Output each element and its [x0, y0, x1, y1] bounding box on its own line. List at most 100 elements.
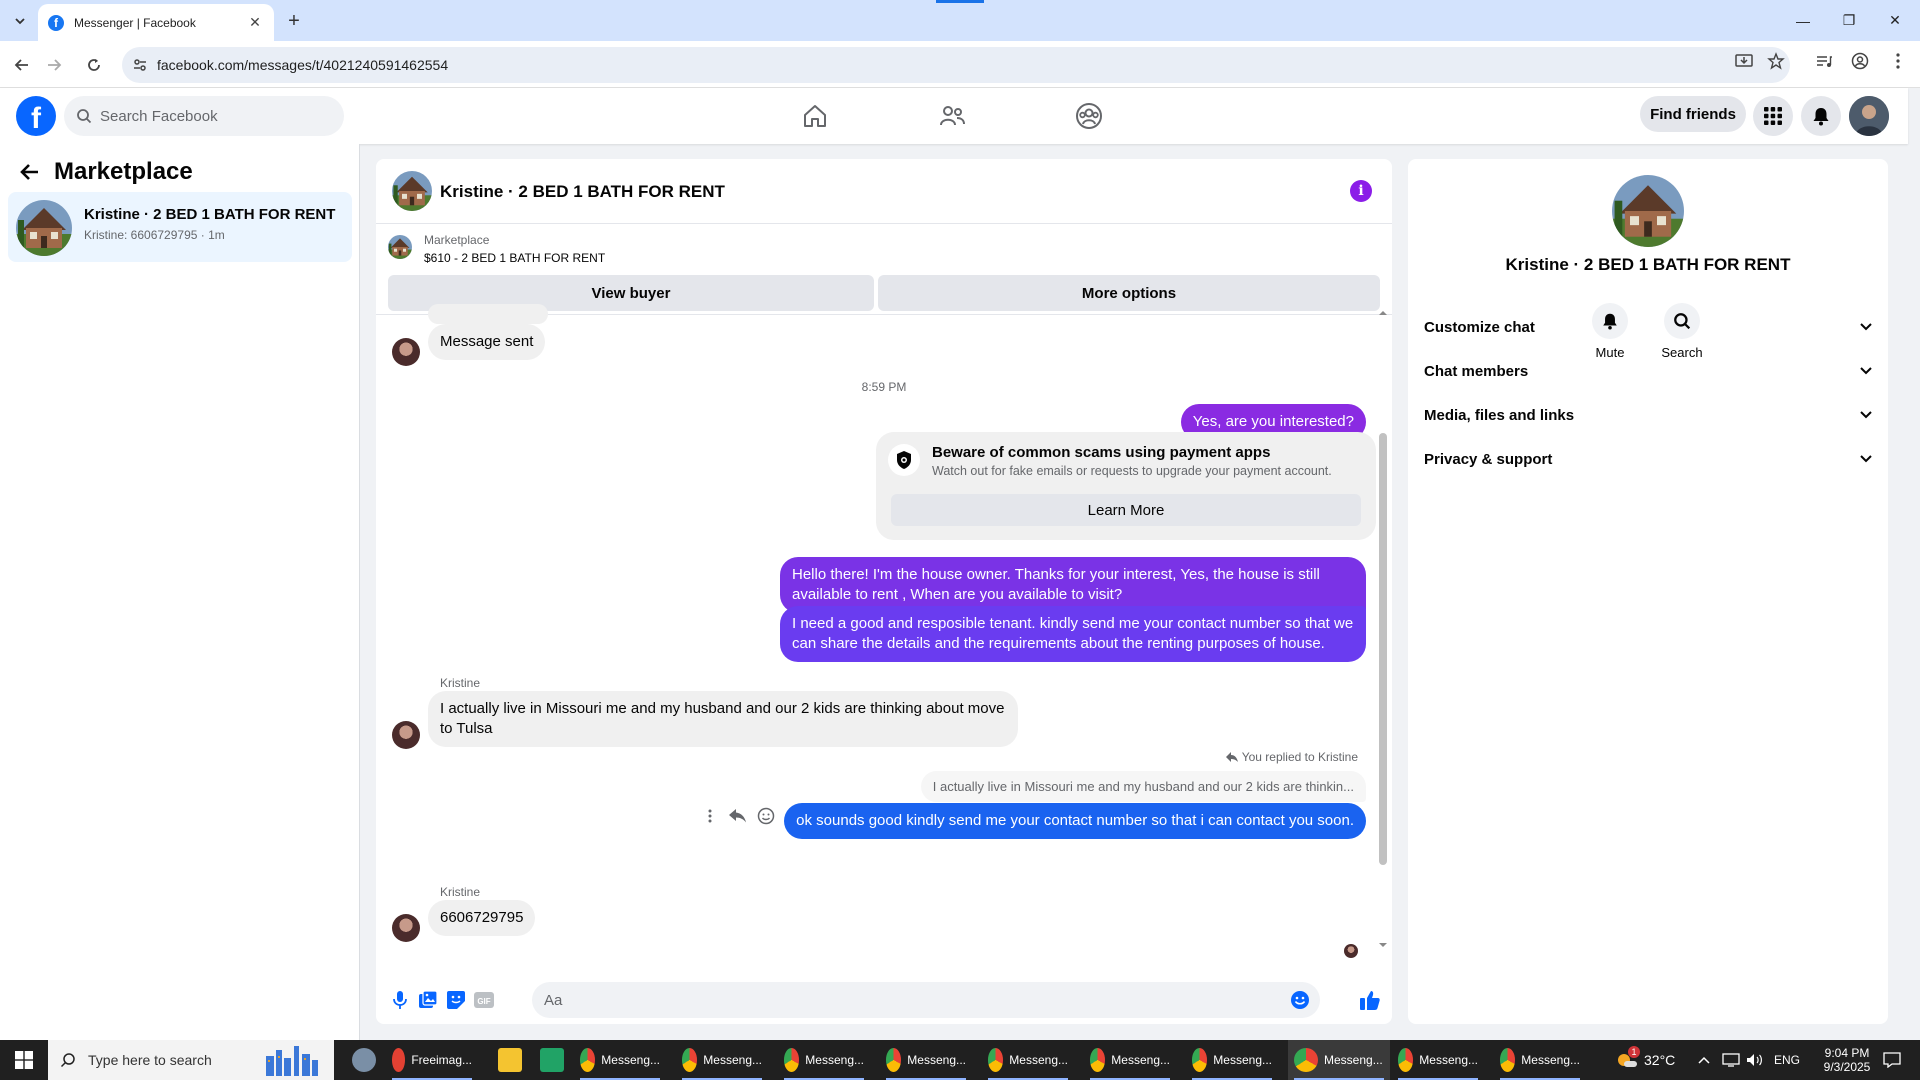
sender-avatar[interactable] — [392, 338, 420, 366]
search-placeholder: Search Facebook — [100, 107, 218, 125]
emoji-icon[interactable] — [1288, 988, 1312, 1012]
gif-icon[interactable]: GIF — [472, 988, 496, 1012]
new-tab-button[interactable]: + — [282, 9, 306, 33]
thumbs-up-icon[interactable] — [1358, 988, 1382, 1012]
home-icon[interactable] — [797, 98, 833, 134]
privacy-support-row[interactable]: Privacy & support — [1424, 441, 1872, 477]
tab-search-chevron-icon[interactable] — [8, 9, 32, 33]
more-options-button[interactable]: More options — [878, 275, 1380, 311]
sheet-icon — [540, 1048, 564, 1072]
friends-icon[interactable] — [934, 98, 970, 134]
message-input[interactable]: Aa — [532, 982, 1320, 1018]
windows-taskbar: Type here to search Freeimag... Messeng.… — [0, 1040, 1920, 1080]
chevron-down-icon — [1860, 367, 1872, 375]
find-friends-button[interactable]: Find friends — [1640, 96, 1746, 132]
chat-title[interactable]: Kristine · 2 BED 1 BATH FOR RENT — [440, 182, 725, 202]
profile-icon[interactable] — [1848, 49, 1872, 73]
account-avatar[interactable] — [1849, 96, 1889, 136]
restore-button[interactable]: ❐ — [1826, 0, 1872, 41]
reload-icon[interactable] — [80, 51, 108, 79]
customize-chat-row[interactable]: Customize chat — [1424, 309, 1872, 345]
taskbar-app-messenger[interactable]: Messeng... — [1084, 1040, 1176, 1080]
spreadsheet-app-icon[interactable] — [534, 1040, 576, 1080]
site-settings-icon[interactable] — [132, 57, 148, 73]
taskbar-app-messenger[interactable]: Messeng... — [1392, 1040, 1484, 1080]
message-bubble-incoming[interactable]: I actually live in Missouri me and my hu… — [428, 691, 1018, 747]
browser-tabstrip: f Messenger | Facebook ✕ + — ❐ ✕ — [0, 0, 1920, 41]
back-arrow-icon[interactable] — [8, 51, 36, 79]
taskbar-app-messenger[interactable]: Messeng... — [1186, 1040, 1278, 1080]
message-composer: GIF Aa — [376, 976, 1392, 1024]
chat-avatar[interactable] — [392, 171, 432, 211]
conversation-item[interactable]: Kristine · 2 BED 1 BATH FOR RENT Kristin… — [8, 192, 352, 262]
microphone-icon[interactable] — [388, 988, 412, 1012]
tray-chevron-up-icon[interactable] — [1698, 1040, 1710, 1080]
taskbar-app-messenger[interactable]: Messeng... — [676, 1040, 768, 1080]
notification-center-icon[interactable] — [1872, 1040, 1912, 1080]
back-arrow-icon[interactable] — [20, 163, 40, 181]
message-bubble-outgoing[interactable]: I need a good and resposible tenant. kin… — [780, 606, 1366, 662]
info-icon[interactable]: i — [1350, 180, 1372, 202]
listing-thumbnail — [388, 235, 412, 259]
facebook-logo-icon[interactable]: f — [16, 96, 56, 136]
input-language[interactable]: ENG — [1774, 1040, 1800, 1080]
photo-attach-icon[interactable] — [416, 988, 440, 1012]
sender-avatar[interactable] — [392, 721, 420, 749]
groups-icon[interactable] — [1071, 98, 1107, 134]
listing-title[interactable]: $610 - 2 BED 1 BATH FOR RENT — [424, 251, 605, 265]
browser-menu-icon[interactable] — [1886, 49, 1910, 73]
scroll-down-icon[interactable] — [1376, 941, 1390, 949]
scam-warning-card: Beware of common scams using payment app… — [876, 432, 1376, 540]
conversation-list-panel: Marketplace Kristine · 2 BED 1 BATH FOR … — [0, 144, 360, 1040]
taskbar-app-messenger[interactable]: Messeng... — [1494, 1040, 1586, 1080]
react-emoji-icon[interactable] — [752, 802, 780, 830]
conversation-name: Kristine · 2 BED 1 BATH FOR RENT — [84, 206, 336, 223]
more-actions-icon[interactable] — [696, 802, 724, 830]
taskbar-search-input[interactable]: Type here to search — [48, 1040, 334, 1080]
minimize-button[interactable]: — — [1780, 0, 1826, 41]
sender-avatar[interactable] — [392, 914, 420, 942]
scroll-up-icon[interactable] — [1376, 309, 1390, 317]
bookmark-star-icon[interactable] — [1764, 49, 1788, 73]
chrome-icon — [1192, 1048, 1208, 1072]
taskbar-app-messenger[interactable]: Messeng... — [574, 1040, 666, 1080]
taskbar-app-messenger[interactable]: Messeng... — [778, 1040, 870, 1080]
chrome-icon — [1500, 1048, 1516, 1072]
weather-widget[interactable]: 1 32°C — [1616, 1040, 1675, 1080]
forward-arrow-icon[interactable] — [40, 51, 68, 79]
address-bar[interactable]: facebook.com/messages/t/4021240591462554 — [122, 47, 1790, 83]
notifications-bell-icon[interactable] — [1801, 96, 1841, 136]
taskbar-app-icon[interactable] — [346, 1040, 388, 1080]
taskbar-app-label: Messeng... — [1111, 1053, 1170, 1067]
message-bubble-outgoing[interactable]: ok sounds good kindly send me your conta… — [784, 803, 1366, 839]
taskbar-app-freeimag[interactable]: Freeimag... — [386, 1040, 478, 1080]
volume-icon[interactable] — [1746, 1040, 1764, 1080]
menu-grid-icon[interactable] — [1753, 96, 1793, 136]
message-bubble-outgoing[interactable]: Hello there! I'm the house owner. Thanks… — [780, 557, 1366, 613]
sticker-icon[interactable] — [444, 988, 468, 1012]
media-files-links-label: Media, files and links — [1424, 406, 1575, 424]
taskbar-app-messenger-active[interactable]: Messeng... — [1288, 1040, 1390, 1080]
close-tab-icon[interactable]: ✕ — [246, 14, 264, 32]
chat-members-row[interactable]: Chat members — [1424, 353, 1872, 389]
replied-message-quote[interactable]: I actually live in Missouri me and my hu… — [920, 771, 1366, 802]
chat-scrollbar[interactable] — [1376, 309, 1390, 949]
taskbar-app-label: Freeimag... — [411, 1053, 472, 1067]
facebook-search-input[interactable]: Search Facebook — [64, 96, 344, 136]
file-explorer-icon[interactable] — [492, 1040, 534, 1080]
windows-start-icon[interactable] — [0, 1040, 48, 1080]
taskbar-app-messenger[interactable]: Messeng... — [880, 1040, 972, 1080]
reply-icon[interactable] — [724, 802, 752, 830]
install-app-icon[interactable] — [1732, 49, 1756, 73]
network-icon[interactable] — [1722, 1040, 1740, 1080]
scroll-thumb[interactable] — [1379, 433, 1387, 865]
message-bubble-incoming[interactable]: Message sent — [428, 324, 546, 360]
media-controls-icon[interactable] — [1812, 49, 1836, 73]
browser-tab-active[interactable]: f Messenger | Facebook ✕ — [38, 4, 274, 41]
learn-more-button[interactable]: Learn More — [891, 494, 1361, 526]
message-bubble-incoming[interactable]: 6606729795 — [428, 900, 536, 936]
taskbar-app-messenger[interactable]: Messeng... — [982, 1040, 1074, 1080]
close-window-button[interactable]: ✕ — [1872, 0, 1918, 41]
message-input-placeholder: Aa — [544, 991, 563, 1009]
media-files-links-row[interactable]: Media, files and links — [1424, 397, 1872, 433]
